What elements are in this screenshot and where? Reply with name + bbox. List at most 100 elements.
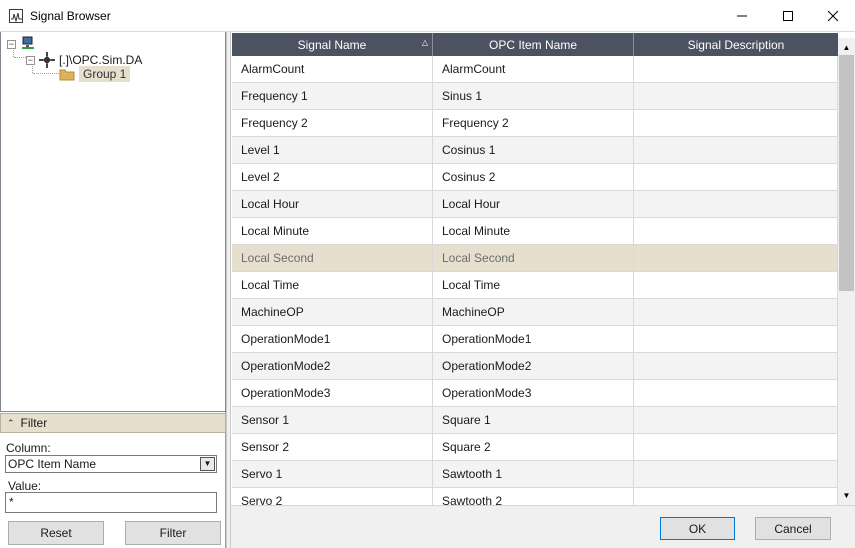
signal-description-cell[interactable] bbox=[634, 434, 838, 460]
table-row[interactable]: Level 1 Cosinus 1 bbox=[232, 137, 838, 164]
signal-description-cell[interactable] bbox=[634, 218, 838, 244]
close-button[interactable] bbox=[810, 0, 855, 32]
signal-description-cell[interactable] bbox=[634, 488, 838, 505]
signal-name-cell[interactable]: Level 1 bbox=[232, 137, 433, 163]
signal-name-cell[interactable]: Frequency 2 bbox=[232, 110, 433, 136]
opc-item-name-cell[interactable]: OperationMode1 bbox=[433, 326, 634, 352]
table-row[interactable]: Servo 2 Sawtooth 2 bbox=[232, 488, 838, 505]
signal-name-cell[interactable]: Local Time bbox=[232, 272, 433, 298]
signal-description-cell[interactable] bbox=[634, 245, 838, 271]
cancel-button[interactable]: Cancel bbox=[755, 517, 831, 540]
signal-name-cell[interactable]: Local Hour bbox=[232, 191, 433, 217]
signal-description-cell[interactable] bbox=[634, 110, 838, 136]
scrollbar-thumb[interactable] bbox=[839, 55, 854, 291]
chevron-up-double-icon: ⌃ bbox=[7, 417, 15, 428]
signal-tree[interactable]: − − [.]\OPC.Sim.DA Group 1 bbox=[0, 32, 226, 412]
table-row[interactable]: AlarmCount AlarmCount bbox=[232, 56, 838, 83]
signal-name-cell[interactable]: Level 2 bbox=[232, 164, 433, 190]
computer-icon bbox=[22, 36, 34, 49]
window-title: Signal Browser bbox=[30, 9, 111, 23]
value-input[interactable]: * bbox=[5, 492, 217, 513]
opc-item-name-cell[interactable]: Sawtooth 2 bbox=[433, 488, 634, 505]
opc-item-name-cell[interactable]: Square 1 bbox=[433, 407, 634, 433]
table-row[interactable]: MachineOP MachineOP bbox=[232, 299, 838, 326]
filter-panel-header[interactable]: ⌃ Filter bbox=[0, 413, 226, 433]
grid-header: Signal Name △ OPC Item Name Signal Descr… bbox=[232, 33, 838, 56]
table-row[interactable]: Local Second Local Second bbox=[232, 245, 838, 272]
signal-description-cell[interactable] bbox=[634, 326, 838, 352]
signal-description-cell[interactable] bbox=[634, 272, 838, 298]
signal-description-cell[interactable] bbox=[634, 137, 838, 163]
ok-button[interactable]: OK bbox=[660, 517, 735, 540]
signal-description-cell[interactable] bbox=[634, 353, 838, 379]
vertical-scrollbar[interactable]: ▲ ▼ bbox=[838, 38, 855, 505]
signal-description-cell[interactable] bbox=[634, 380, 838, 406]
column-label: Column: bbox=[6, 441, 51, 455]
scroll-up-icon[interactable]: ▲ bbox=[839, 40, 854, 55]
column-header-signal-description[interactable]: Signal Description bbox=[634, 33, 838, 56]
signal-name-cell[interactable]: OperationMode1 bbox=[232, 326, 433, 352]
opc-item-name-cell[interactable]: OperationMode3 bbox=[433, 380, 634, 406]
column-header-signal-name[interactable]: Signal Name △ bbox=[232, 33, 433, 56]
signal-description-cell[interactable] bbox=[634, 83, 838, 109]
table-row[interactable]: OperationMode3 OperationMode3 bbox=[232, 380, 838, 407]
tree-node-root[interactable]: − bbox=[7, 36, 36, 52]
signal-name-cell[interactable]: Servo 2 bbox=[232, 488, 433, 505]
table-row[interactable]: Frequency 1 Sinus 1 bbox=[232, 83, 838, 110]
filter-button[interactable]: Filter bbox=[125, 521, 221, 545]
signal-name-cell[interactable]: AlarmCount bbox=[232, 56, 433, 82]
reset-button[interactable]: Reset bbox=[8, 521, 104, 545]
opc-item-name-cell[interactable]: Local Time bbox=[433, 272, 634, 298]
collapse-toggle-icon[interactable]: − bbox=[7, 39, 16, 49]
signal-description-cell[interactable] bbox=[634, 299, 838, 325]
table-row[interactable]: Sensor 1 Square 1 bbox=[232, 407, 838, 434]
maximize-button[interactable] bbox=[765, 0, 811, 32]
signal-name-cell[interactable]: Frequency 1 bbox=[232, 83, 433, 109]
scroll-down-icon[interactable]: ▼ bbox=[839, 488, 854, 503]
table-row[interactable]: Local Minute Local Minute bbox=[232, 218, 838, 245]
table-row[interactable]: Local Time Local Time bbox=[232, 272, 838, 299]
column-select[interactable]: OPC Item Name ▼ bbox=[5, 455, 217, 473]
opc-item-name-cell[interactable]: Frequency 2 bbox=[433, 110, 634, 136]
opc-item-name-cell[interactable]: MachineOP bbox=[433, 299, 634, 325]
opc-item-name-cell[interactable]: Sinus 1 bbox=[433, 83, 634, 109]
pane-splitter[interactable] bbox=[226, 32, 231, 548]
table-row[interactable]: Frequency 2 Frequency 2 bbox=[232, 110, 838, 137]
signal-name-cell[interactable]: Sensor 1 bbox=[232, 407, 433, 433]
table-row[interactable]: Servo 1 Sawtooth 1 bbox=[232, 461, 838, 488]
opc-item-name-cell[interactable]: Cosinus 2 bbox=[433, 164, 634, 190]
opc-item-name-cell[interactable]: Sawtooth 1 bbox=[433, 461, 634, 487]
signal-description-cell[interactable] bbox=[634, 461, 838, 487]
opc-item-name-cell[interactable]: Local Hour bbox=[433, 191, 634, 217]
signal-name-cell[interactable]: Sensor 2 bbox=[232, 434, 433, 460]
opc-item-name-cell[interactable]: Local Second bbox=[433, 245, 634, 271]
collapse-toggle-icon[interactable]: − bbox=[26, 55, 35, 65]
table-row[interactable]: OperationMode1 OperationMode1 bbox=[232, 326, 838, 353]
chevron-down-icon[interactable]: ▼ bbox=[200, 457, 215, 471]
table-row[interactable]: OperationMode2 OperationMode2 bbox=[232, 353, 838, 380]
signal-name-cell[interactable]: Local Second bbox=[232, 245, 433, 271]
opc-item-name-cell[interactable]: Cosinus 1 bbox=[433, 137, 634, 163]
server-node-label: [.]\OPC.Sim.DA bbox=[59, 53, 143, 67]
opc-item-name-cell[interactable]: Local Minute bbox=[433, 218, 634, 244]
signal-name-cell[interactable]: Local Minute bbox=[232, 218, 433, 244]
signal-description-cell[interactable] bbox=[634, 191, 838, 217]
table-row[interactable]: Level 2 Cosinus 2 bbox=[232, 164, 838, 191]
sort-ascending-icon: △ bbox=[421, 38, 428, 47]
minimize-button[interactable] bbox=[719, 0, 765, 32]
signal-description-cell[interactable] bbox=[634, 407, 838, 433]
column-header-opc-item-name[interactable]: OPC Item Name bbox=[433, 33, 634, 56]
column-select-value: OPC Item Name bbox=[8, 457, 97, 471]
signal-name-cell[interactable]: MachineOP bbox=[232, 299, 433, 325]
signal-name-cell[interactable]: Servo 1 bbox=[232, 461, 433, 487]
signal-name-cell[interactable]: OperationMode3 bbox=[232, 380, 433, 406]
signal-name-cell[interactable]: OperationMode2 bbox=[232, 353, 433, 379]
tree-node-group[interactable]: Group 1 bbox=[59, 66, 131, 82]
table-row[interactable]: Local Hour Local Hour bbox=[232, 191, 838, 218]
opc-item-name-cell[interactable]: Square 2 bbox=[433, 434, 634, 460]
opc-item-name-cell[interactable]: AlarmCount bbox=[433, 56, 634, 82]
signal-description-cell[interactable] bbox=[634, 56, 838, 82]
opc-item-name-cell[interactable]: OperationMode2 bbox=[433, 353, 634, 379]
table-row[interactable]: Sensor 2 Square 2 bbox=[232, 434, 838, 461]
signal-description-cell[interactable] bbox=[634, 164, 838, 190]
